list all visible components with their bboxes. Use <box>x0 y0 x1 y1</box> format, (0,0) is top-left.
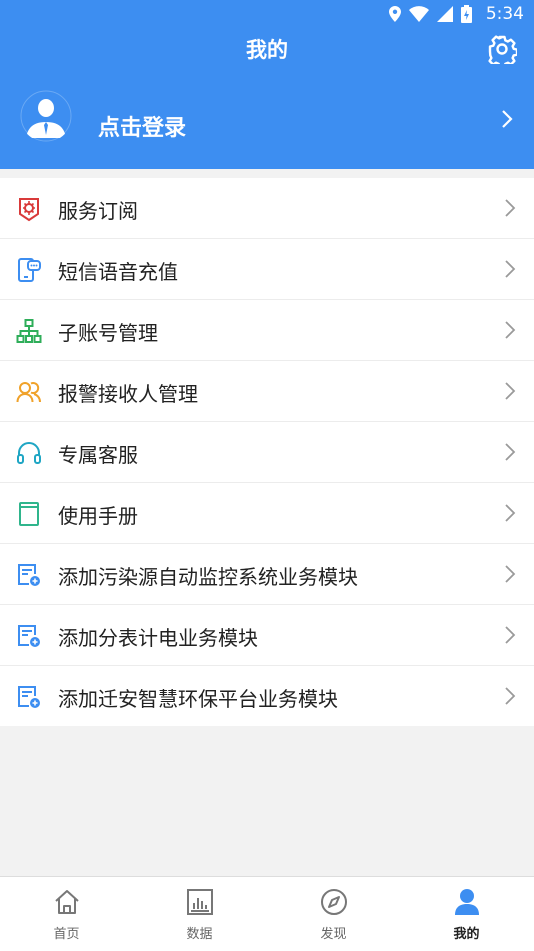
home-icon <box>55 890 79 914</box>
wifi-icon <box>409 6 429 22</box>
tab-label: 我的 <box>453 927 480 942</box>
battery-icon <box>461 5 472 23</box>
menu-item-user-manual[interactable]: 使用手册 <box>0 483 534 544</box>
tab-mine[interactable]: 我的 <box>400 877 533 951</box>
header: 5:34 我的 点击登录 <box>0 0 534 169</box>
menu-item-sms-recharge[interactable]: 短信语音充值 <box>0 239 534 300</box>
chevron-right-icon <box>505 443 516 461</box>
login-text[interactable]: 点击登录 <box>98 110 186 142</box>
menu-item-label: 服务订阅 <box>58 199 138 223</box>
menu-item-label: 专属客服 <box>58 443 138 467</box>
menu-item-sub-account[interactable]: 子账号管理 <box>0 300 534 361</box>
tab-home[interactable]: 首页 <box>0 877 133 951</box>
page-title: 我的 <box>246 38 288 62</box>
menu-item-label: 使用手册 <box>58 504 138 528</box>
chevron-right-icon <box>505 504 516 522</box>
tab-label: 发现 <box>320 927 347 942</box>
chevron-right-icon <box>505 687 516 705</box>
avatar <box>20 90 72 142</box>
chevron-right-icon <box>505 321 516 339</box>
menu-item-label: 添加污染源自动监控系统业务模块 <box>58 565 358 589</box>
menu-item-add-qianan-module[interactable]: 添加迁安智慧环保平台业务模块 <box>0 666 534 726</box>
tab-label: 数据 <box>186 927 213 942</box>
menu-item-label: 添加迁安智慧环保平台业务模块 <box>58 687 338 711</box>
chevron-right-icon <box>505 382 516 400</box>
tab-data[interactable]: 数据 <box>133 877 266 951</box>
signal-icon <box>437 6 453 22</box>
menu-item-alarm-receivers[interactable]: 报警接收人管理 <box>0 361 534 422</box>
chevron-right-icon <box>505 199 516 217</box>
org-tree-icon <box>16 319 42 343</box>
menu-item-service-subscribe[interactable]: 服务订阅 <box>0 178 534 239</box>
bottom-tab-bar: 首页 数据 发现 我的 <box>0 876 534 951</box>
chart-icon <box>187 889 213 915</box>
status-icons <box>389 5 472 23</box>
settings-gear-icon[interactable] <box>487 34 517 64</box>
book-icon <box>19 502 39 526</box>
people-icon <box>16 382 41 403</box>
add-doc-icon <box>18 625 40 647</box>
headphones-icon <box>17 442 41 464</box>
chevron-right-icon <box>502 110 513 128</box>
sms-phone-icon <box>18 258 41 282</box>
user-avatar-icon <box>20 90 72 142</box>
add-doc-icon <box>18 564 40 586</box>
add-doc-icon <box>18 686 40 708</box>
menu-item-add-metering-module[interactable]: 添加分表计电业务模块 <box>0 605 534 666</box>
location-icon <box>389 6 401 22</box>
chevron-right-icon <box>505 626 516 644</box>
chevron-right-icon <box>505 565 516 583</box>
tab-discover[interactable]: 发现 <box>267 877 400 951</box>
menu-item-add-pollution-module[interactable]: 添加污染源自动监控系统业务模块 <box>0 544 534 605</box>
menu-item-label: 添加分表计电业务模块 <box>58 626 258 650</box>
menu-item-label: 报警接收人管理 <box>58 382 198 406</box>
menu-item-customer-service[interactable]: 专属客服 <box>0 422 534 483</box>
status-bar: 5:34 <box>0 0 534 28</box>
menu-list: 服务订阅 短信语音充值 子账号管理 报警接收人管理 专属客服 使用手册 添加污染… <box>0 178 534 726</box>
person-icon <box>455 889 479 915</box>
subscribe-icon <box>19 198 39 222</box>
tab-label: 首页 <box>53 927 80 942</box>
compass-icon <box>321 889 347 915</box>
menu-item-label: 短信语音充值 <box>58 260 178 284</box>
clock: 5:34 <box>485 4 524 24</box>
login-row[interactable]: 点击登录 <box>0 88 534 158</box>
chevron-right-icon <box>505 260 516 278</box>
menu-item-label: 子账号管理 <box>58 321 158 345</box>
